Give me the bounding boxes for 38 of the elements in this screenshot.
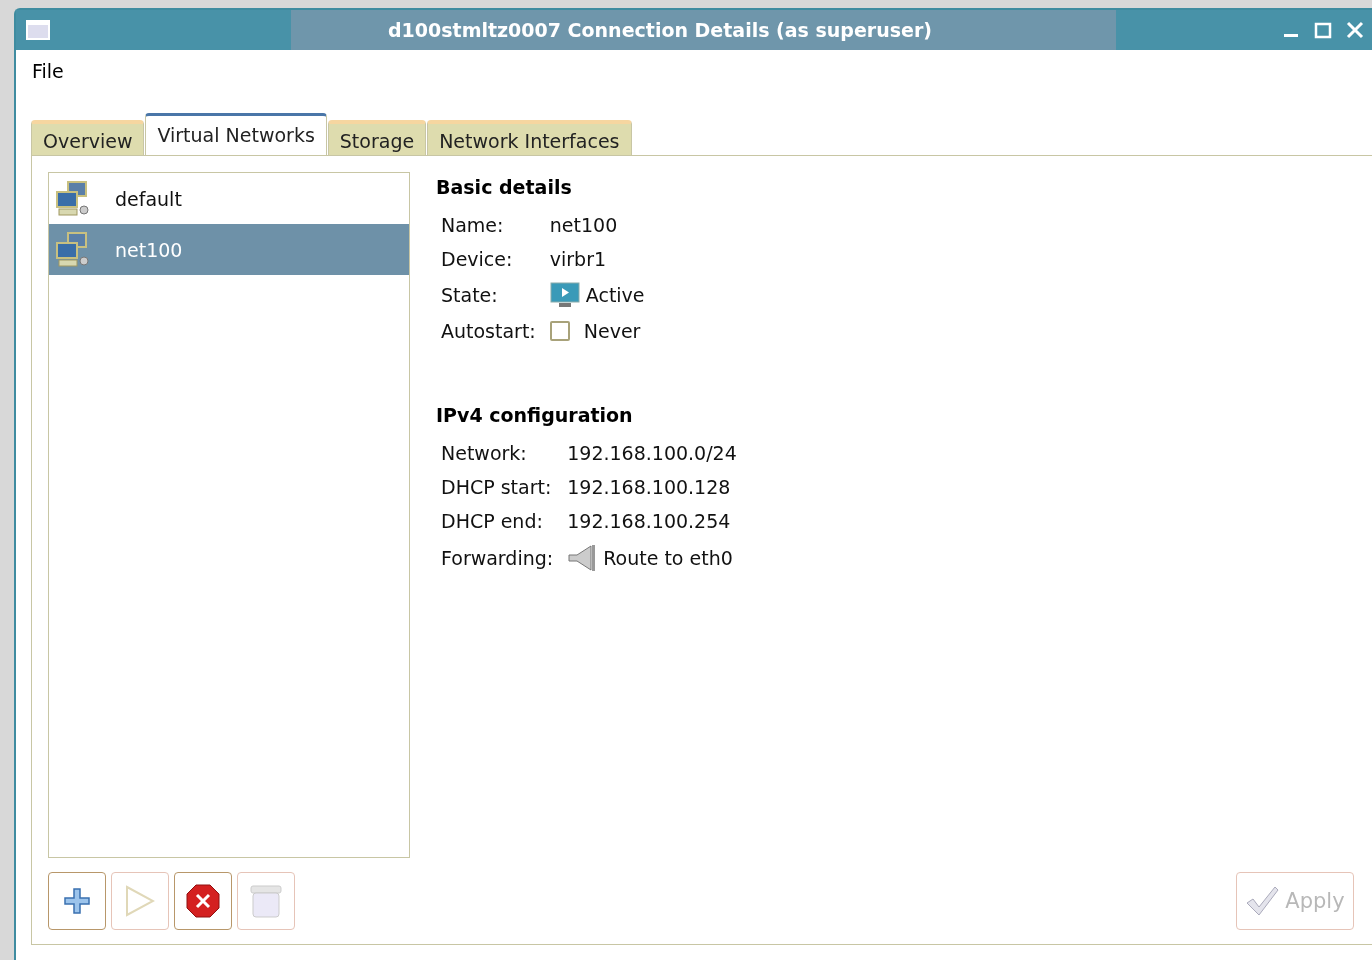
toolbar-button[interactable] — [174, 872, 232, 930]
row-value: Never — [583, 320, 641, 342]
checkmark-icon — [1245, 885, 1280, 917]
play-icon — [125, 885, 155, 917]
stop-icon — [185, 883, 221, 919]
network-list-item[interactable]: default — [49, 173, 409, 224]
row-label: Network: — [441, 442, 528, 464]
autostart-checkbox[interactable] — [549, 321, 570, 341]
row-label: State: — [441, 284, 499, 306]
speaker-icon — [567, 544, 598, 572]
menu-item[interactable]: File — [32, 60, 64, 82]
network-computers-icon — [54, 179, 92, 218]
row-label: Autostart: — [441, 320, 536, 342]
row-value: 192.168.100.128 — [567, 476, 732, 498]
row-label: Forwarding: — [441, 547, 554, 569]
row-value: 192.168.100.0/24 — [567, 442, 737, 464]
plus-icon — [63, 887, 91, 915]
row-label: Device: — [441, 248, 514, 270]
trash-icon — [247, 882, 285, 920]
monitor-play-icon — [549, 282, 580, 308]
row-value: virbr1 — [549, 248, 608, 270]
tab[interactable]: Virtual Networks — [145, 113, 327, 156]
section-heading: Basic details — [436, 176, 573, 198]
tab[interactable]: Overview — [31, 120, 145, 156]
row-label: Name: — [441, 214, 505, 236]
toolbar-button[interactable] — [48, 872, 106, 930]
row-value: 192.168.100.254 — [567, 510, 732, 532]
close-icon[interactable] — [1344, 19, 1366, 41]
row-value: net100 — [549, 214, 619, 236]
tab[interactable]: Network Interfaces — [427, 120, 632, 156]
tab[interactable]: Storage — [327, 120, 427, 156]
row-value: Route to eth0 — [603, 547, 733, 569]
network-computers-icon — [54, 230, 92, 269]
row-value: Active — [585, 284, 645, 306]
window-title: d100stmltz0007 Connection Details (as superuser) — [387, 19, 933, 41]
row-label: DHCP end: — [441, 510, 544, 532]
section-heading: IPv4 configuration — [436, 404, 634, 426]
row-label: DHCP start: — [441, 476, 553, 498]
